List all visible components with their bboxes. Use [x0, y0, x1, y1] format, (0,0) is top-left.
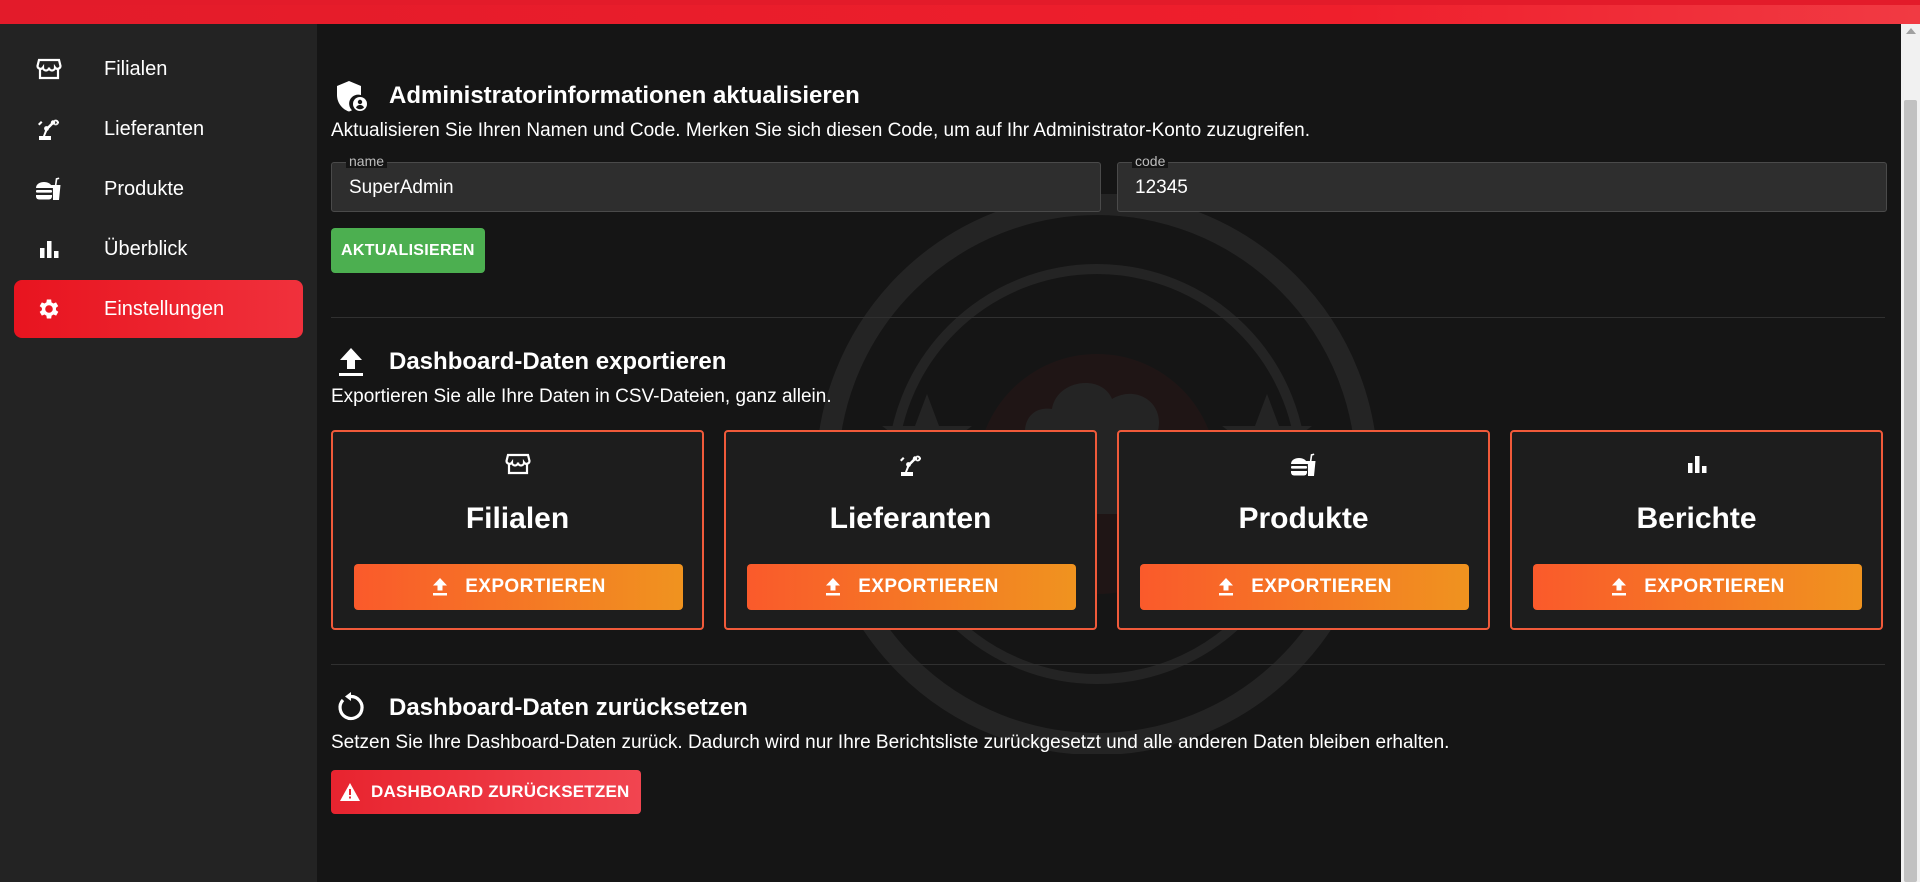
upload-icon	[1610, 577, 1630, 597]
reset-section-title: Dashboard-Daten zurücksetzen	[389, 694, 748, 721]
export-button-label: EXPORTIEREN	[1251, 576, 1392, 597]
robot-arm-icon	[726, 452, 1095, 478]
admin-fields: name code	[331, 154, 1887, 212]
export-cards: Filialen EXPORTIEREN Lieferanten EXPORTI…	[331, 430, 1887, 630]
export-lieferanten-button[interactable]: EXPORTIEREN	[747, 564, 1076, 610]
export-card-title: Filialen	[465, 502, 570, 535]
admin-section-title: Administratorinformationen aktualisieren	[389, 82, 860, 109]
export-section-description: Exportieren Sie alle Ihre Daten in CSV-D…	[331, 386, 832, 407]
name-field-label: name	[346, 154, 388, 168]
sidebar-item-produkte[interactable]: Produkte	[14, 160, 303, 218]
vertical-scrollbar[interactable]	[1901, 24, 1920, 882]
admin-section-description: Aktualisieren Sie Ihren Namen und Code. …	[331, 120, 1311, 141]
section-divider	[331, 664, 1885, 665]
store-icon	[333, 452, 702, 476]
bar-chart-icon	[34, 234, 64, 264]
food-icon	[1119, 452, 1488, 478]
export-button-label: EXPORTIEREN	[465, 576, 606, 597]
top-accent-bar	[0, 0, 1920, 24]
reset-button-label: DASHBOARD ZURÜCKSETZEN	[371, 782, 630, 801]
sidebar-item-label: Einstellungen	[104, 297, 225, 320]
upload-icon	[431, 577, 451, 597]
export-produkte-button[interactable]: EXPORTIEREN	[1140, 564, 1469, 610]
sidebar-item-einstellungen[interactable]: Einstellungen	[14, 280, 303, 338]
upload-icon	[333, 344, 369, 380]
admin-section-header: Administratorinformationen aktualisieren	[331, 76, 1887, 116]
export-section: Dashboard-Daten exportieren Exportieren …	[331, 342, 1887, 630]
export-section-title: Dashboard-Daten exportieren	[389, 348, 727, 375]
store-icon	[34, 54, 64, 84]
sidebar-item-label: Lieferanten	[104, 117, 205, 140]
sidebar: Filialen Lieferanten Produkte Überblick …	[0, 24, 317, 882]
export-card-lieferanten: Lieferanten EXPORTIEREN	[724, 430, 1097, 630]
sidebar-item-ueberblick[interactable]: Überblick	[14, 220, 303, 278]
export-berichte-button[interactable]: EXPORTIEREN	[1533, 564, 1862, 610]
robot-arm-icon	[34, 114, 64, 144]
export-filialen-button[interactable]: EXPORTIEREN	[354, 564, 683, 610]
section-divider	[331, 317, 1885, 318]
sidebar-item-label: Produkte	[104, 177, 185, 200]
reset-dashboard-button[interactable]: DASHBOARD ZURÜCKSETZEN	[331, 770, 642, 814]
scroll-up-arrow-icon[interactable]	[1906, 28, 1916, 34]
reset-section: Dashboard-Daten zurücksetzen Setzen Sie …	[331, 688, 1887, 814]
refresh-icon	[333, 690, 369, 726]
export-section-header: Dashboard-Daten exportieren	[331, 342, 1887, 382]
code-field: code	[1117, 154, 1887, 212]
sidebar-item-lieferanten[interactable]: Lieferanten	[14, 100, 303, 158]
scrollbar-thumb[interactable]	[1904, 100, 1917, 882]
name-field: name	[331, 154, 1101, 212]
sidebar-item-filialen[interactable]: Filialen	[14, 40, 303, 98]
warning-icon	[339, 781, 361, 803]
upload-icon	[1217, 577, 1237, 597]
export-button-label: EXPORTIEREN	[1644, 576, 1785, 597]
main-content: Administratorinformationen aktualisieren…	[317, 24, 1901, 882]
name-input[interactable]	[349, 176, 1069, 200]
export-card-title: Berichte	[1636, 502, 1757, 535]
code-input[interactable]	[1135, 176, 1855, 200]
reset-section-header: Dashboard-Daten zurücksetzen	[331, 688, 1887, 728]
sidebar-item-label: Filialen	[104, 57, 168, 80]
food-icon	[34, 174, 64, 204]
code-field-label: code	[1132, 154, 1169, 168]
reset-section-description: Setzen Sie Ihre Dashboard-Daten zurück. …	[331, 732, 1450, 753]
upload-icon	[824, 577, 844, 597]
sidebar-item-label: Überblick	[104, 237, 188, 260]
update-button[interactable]: AKTUALISIEREN	[331, 228, 485, 273]
bar-chart-icon	[1512, 452, 1881, 476]
admin-shield-icon	[333, 78, 369, 114]
export-button-label: EXPORTIEREN	[858, 576, 999, 597]
export-card-filialen: Filialen EXPORTIEREN	[331, 430, 704, 630]
export-card-title: Lieferanten	[829, 502, 992, 535]
gear-icon	[34, 294, 64, 324]
admin-section: Administratorinformationen aktualisieren…	[331, 76, 1887, 273]
export-card-berichte: Berichte EXPORTIEREN	[1510, 430, 1883, 630]
export-card-produkte: Produkte EXPORTIEREN	[1117, 430, 1490, 630]
export-card-title: Produkte	[1238, 502, 1369, 535]
